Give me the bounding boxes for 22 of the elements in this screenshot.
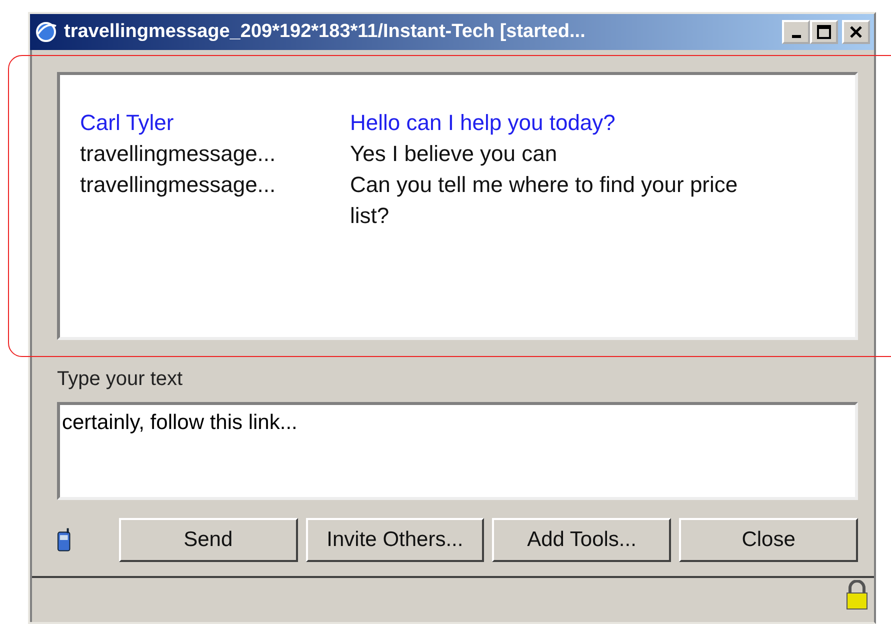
message-text: Can you tell me where to find your price list? [350, 171, 739, 230]
message-sender: travellingmessage... [80, 140, 277, 168]
message-sender: Carl Tyler [80, 109, 175, 137]
action-button[interactable]: Add Tools... [492, 518, 672, 562]
maximize-icon [817, 25, 831, 39]
action-button[interactable]: Close [679, 518, 858, 562]
minimize-button[interactable] [782, 20, 810, 44]
close-icon [849, 25, 863, 39]
message-text: Hello can I help you today? [350, 109, 616, 137]
message-input[interactable]: certainly, follow this link... [57, 402, 858, 500]
compose-label: Type your text [57, 367, 184, 392]
globe-icon [34, 20, 58, 44]
action-button[interactable]: Invite Others... [306, 518, 484, 562]
window-title: travellingmessage_209*192*183*11/Instant-Tech [started... [64, 20, 586, 44]
action-button[interactable]: Send [118, 518, 298, 562]
maximize-button[interactable] [810, 20, 838, 44]
phone-icon [57, 528, 71, 552]
close-button[interactable] [842, 20, 870, 44]
message-sender: travellingmessage... [80, 171, 277, 199]
padlock-icon [844, 580, 870, 610]
message-text: Yes I believe you can [350, 140, 558, 168]
minimize-icon [792, 35, 800, 38]
